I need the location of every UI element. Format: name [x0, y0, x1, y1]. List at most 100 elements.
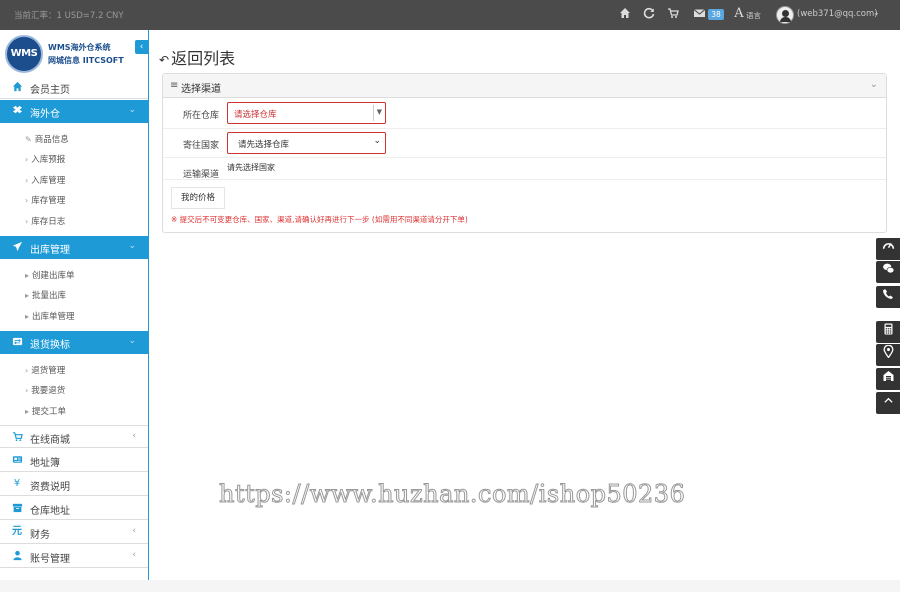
sidebar-item-label: 财务: [30, 530, 50, 541]
sidebar-subitem-outbound-manage[interactable]: ▸ 出库单管理: [25, 310, 75, 322]
country-select-value: 请先选择仓库: [238, 140, 290, 150]
sidebar-subitem-request-return[interactable]: › 我要退货: [25, 384, 65, 396]
channel-hint: 请先选择国家: [227, 163, 275, 172]
brand-title: WMS海外仓系统: [48, 43, 111, 52]
warning-note: ※ 提交后不可变更仓库、国家、渠道,请确认好再进行下一步 (如需用不同渠道请分开…: [171, 215, 468, 224]
chevron-left-icon: ‹: [132, 526, 136, 536]
sidebar-item-label: 出库管理: [30, 245, 70, 256]
sidebar-subitem-batch-outbound[interactable]: ▸ 批量出库: [25, 289, 66, 301]
sidebar-subitem-return-manage[interactable]: › 退货管理: [25, 364, 65, 376]
warehouse-select-value: 请选择仓库: [234, 110, 277, 120]
watermark: https://www.huzhan.com/ishop50236: [218, 480, 686, 509]
country-select[interactable]: 请先选择仓库 ⌄: [227, 132, 386, 154]
main-content: ↶ 返回列表 ≡ 选择渠道 ⌄ 所在仓库 请选择仓库 ▼ 寄往国家 请先选择仓库 …: [149, 30, 900, 580]
cart-icon[interactable]: [666, 7, 680, 23]
chevron-left-icon: ‹: [132, 550, 136, 560]
chevron-down-icon: ⌄: [373, 136, 381, 146]
caret-right-icon: ▸: [25, 407, 30, 416]
language-label[interactable]: 语言: [746, 10, 761, 21]
warehouse-row: 所在仓库 请选择仓库 ▼: [163, 99, 886, 129]
select-channel-panel: ≡ 选择渠道 ⌄ 所在仓库 请选择仓库 ▼ 寄往国家 请先选择仓库 ⌄ 运输渠道…: [162, 73, 887, 233]
sidebar-item-label: 地址簿: [30, 458, 60, 469]
chevron-down-icon[interactable]: ⌄: [870, 79, 878, 90]
chevron-right-icon: ›: [25, 386, 29, 395]
user-icon: [11, 550, 23, 562]
calculator-icon[interactable]: [876, 321, 900, 343]
language-icon[interactable]: A: [733, 6, 745, 22]
edit-icon: ✎: [25, 135, 32, 144]
sidebar: WMS WMS海外仓系统 网城信息 IITCSOFT ‹ 会员主页 海外仓 ⌄ …: [0, 30, 149, 580]
sidebar-item-outbound[interactable]: 出库管理 ⌄: [0, 236, 148, 259]
user-email[interactable]: (web371@qq.com): [797, 9, 878, 19]
sidebar-subitem-submit-ticket[interactable]: ▸ 提交工单: [25, 405, 66, 417]
dropbox-icon: [11, 105, 23, 117]
sidebar-item-label: 仓库地址: [30, 506, 70, 517]
panel-title: 选择渠道: [181, 84, 221, 95]
speedometer-icon[interactable]: [876, 238, 900, 260]
list-icon: ≡: [170, 80, 179, 91]
archive-icon: [11, 502, 23, 514]
top-bar: 当前汇率：1 USD=7.2 CNY 38 A 语言 (web371@qq.co…: [0, 0, 900, 30]
card-icon: [11, 454, 23, 466]
sidebar-subitem-inbound-manage[interactable]: › 入库管理: [25, 174, 65, 186]
chevron-left-icon: ‹: [132, 431, 136, 441]
sidebar-item-account[interactable]: 账号管理 ‹: [0, 545, 148, 568]
chevron-down-icon: ⌄: [128, 336, 136, 346]
avatar[interactable]: [776, 6, 794, 24]
sidebar-item-address-book[interactable]: 地址簿: [0, 449, 148, 472]
refresh-icon[interactable]: [642, 7, 656, 23]
home-icon[interactable]: [618, 7, 632, 23]
sidebar-item-label: 海外仓: [30, 109, 60, 120]
warehouse-icon[interactable]: [876, 368, 900, 390]
sidebar-item-fees[interactable]: ¥ 资费说明: [0, 473, 148, 496]
chevron-up-icon[interactable]: [876, 392, 900, 414]
map-marker-icon[interactable]: [876, 344, 900, 366]
sidebar-subitem-inbound-forecast[interactable]: › 入库预报: [25, 153, 65, 165]
sidebar-item-finance[interactable]: 元 财务 ‹: [0, 521, 148, 544]
caret-down-icon: ▼: [376, 108, 382, 116]
sidebar-item-warehouse-address[interactable]: 仓库地址: [0, 497, 148, 520]
brand-subtitle: 网城信息 IITCSOFT: [48, 56, 124, 65]
sidebar-item-overseas[interactable]: 海外仓 ⌄: [0, 100, 148, 123]
sidebar-collapse-button[interactable]: ‹: [135, 40, 148, 54]
caret-right-icon: ▸: [25, 312, 30, 321]
chevron-down-icon[interactable]: ⌄: [873, 8, 880, 17]
sidebar-item-label: 退货换标: [30, 340, 70, 351]
channel-label: 运输渠道: [183, 170, 220, 180]
bottom-strip: [0, 580, 900, 592]
caret-right-icon: ▸: [25, 291, 30, 300]
exchange-icon: [11, 336, 23, 348]
chevron-right-icon: ›: [25, 217, 29, 226]
mail-count-badge[interactable]: 38: [708, 9, 724, 20]
sidebar-item-label: 会员主页: [30, 85, 70, 96]
back-to-list-link[interactable]: ↶ 返回列表: [159, 45, 235, 69]
exchange-rate-text: 当前汇率：1 USD=7.2 CNY: [14, 11, 124, 21]
sidebar-subitem-products[interactable]: ✎ 商品信息: [25, 133, 69, 145]
panel-header[interactable]: ≡ 选择渠道 ⌄: [163, 74, 886, 98]
caret-right-icon: ▸: [25, 271, 30, 280]
chevron-right-icon: ›: [25, 176, 29, 185]
sidebar-item-returns[interactable]: 退货换标 ⌄: [0, 331, 148, 354]
reply-arrow-icon: ↶: [159, 53, 170, 67]
sidebar-item-label: 在线商城: [30, 435, 70, 446]
yuan-icon: 元: [12, 526, 22, 537]
sidebar-item-label: 资费说明: [30, 482, 70, 493]
sidebar-subitem-stock-manage[interactable]: › 库存管理: [25, 194, 65, 206]
chevron-right-icon: ›: [25, 366, 29, 375]
yen-icon: ¥: [13, 478, 21, 489]
chevron-right-icon: ›: [25, 196, 29, 205]
sidebar-item-home[interactable]: 会员主页: [0, 76, 148, 99]
sidebar-subitem-create-outbound[interactable]: ▸ 创建出库单: [25, 269, 75, 281]
phone-icon[interactable]: [876, 286, 900, 308]
home-icon: [11, 81, 23, 93]
warehouse-select[interactable]: 请选择仓库 ▼: [227, 102, 386, 124]
wechat-icon[interactable]: [876, 261, 900, 283]
sidebar-item-label: 账号管理: [30, 554, 70, 565]
mail-icon[interactable]: [692, 7, 706, 23]
sidebar-item-mall[interactable]: 在线商城 ‹: [0, 425, 148, 448]
country-row: 寄往国家 请先选择仓库 ⌄: [163, 129, 886, 158]
my-price-button[interactable]: 我的价格: [171, 187, 225, 209]
sidebar-subitem-stock-log[interactable]: › 库存日志: [25, 215, 65, 227]
plane-icon: [11, 241, 23, 253]
country-label: 寄往国家: [183, 141, 220, 151]
